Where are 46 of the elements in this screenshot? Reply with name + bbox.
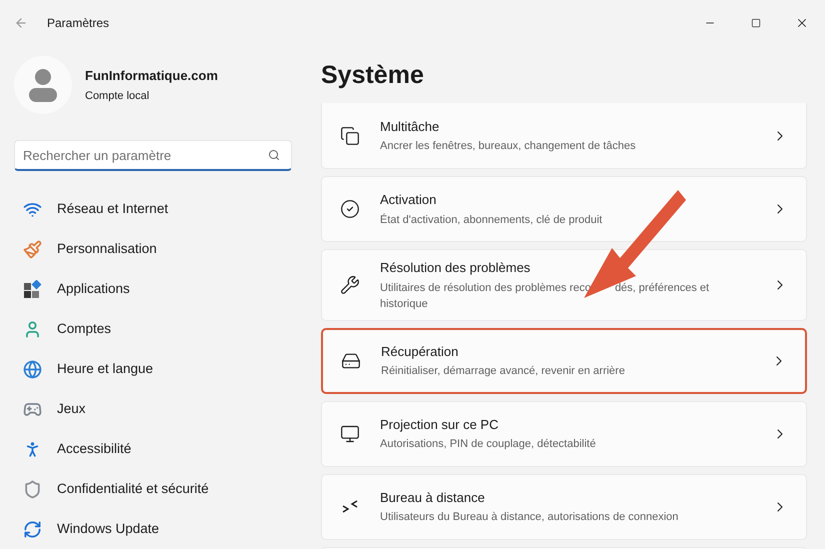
wrench-icon [340,274,360,295]
card-title: Récupération [381,342,460,361]
person-silhouette-icon [28,68,58,102]
globe-icon [23,360,42,378]
card-title: Multitâche [380,118,440,136]
sidebar-item[interactable]: Confidentialité et sécurité [0,469,321,509]
window-title: Paramètres [47,14,110,32]
search-field[interactable]: Rechercher un paramètre [14,140,292,171]
person-icon [23,320,42,338]
windows-icon [340,126,360,146]
settings-card[interactable]: Bureau à distance Utilisateurs du Bureau à distance, autorisations de connexion [321,474,807,540]
apps-icon [23,280,42,298]
paintbrush-icon [23,240,42,258]
shield-icon [23,480,42,498]
page-title: Système [321,60,425,91]
account-name: FunInformatique.com [85,67,218,85]
card-title: Activation [380,191,438,210]
update-icon [23,520,42,538]
monitor-icon [340,424,360,444]
back-icon[interactable] [14,16,28,30]
card-description: dés, préférences et [614,280,710,296]
sidebar-item[interactable]: Accessibilité [0,429,321,469]
card-description: Réinitialiser, démarrage avancé, revenir en arrière [381,364,626,380]
settings-card[interactable]: Multitâche Ancrer les fenêtres, bureaux, changement de tâches [321,103,807,169]
sidebar-item[interactable]: Windows Update [0,509,321,549]
settings-card[interactable]: Projection sur ce PC Autorisations, PIN de couplage, détectabilité [321,400,807,466]
sidebar-item[interactable]: Heure et langue [0,349,321,389]
sidebar-item[interactable]: Réseau et Internet [0,189,321,229]
card-description: Autorisations, PIN de couplage, détectabilité [380,437,597,452]
settings-card[interactable]: Récupération Réinitialiser, démarrage avancé, revenir en arrière [321,328,807,394]
card-title: Bureau à distance [380,488,486,507]
sidebar-item[interactable]: Applications [0,269,321,309]
account-type: Compte local [85,88,150,104]
card-title: Résolution des problèmes [380,259,532,277]
sidebar-item[interactable]: Personnalisation [0,229,321,269]
card-description: Utilisateurs du Bureau à distance, autorisations de connexion [380,510,680,526]
card-description: historique [380,296,428,312]
sidebar-item[interactable]: Jeux [0,389,321,429]
card-description: État d'activation, abonnements, clé de produit [380,212,604,228]
maximize-icon[interactable] [751,18,761,28]
card-title: Projection sur ce PC [380,416,500,434]
settings-card[interactable]: Activation État d'activation, abonnements, clé de produit [321,176,807,242]
sidebar-item[interactable]: Comptes [0,309,321,349]
search-icon[interactable] [268,149,280,161]
check-circle-icon [340,199,360,219]
card-description: Ancrer les fenêtres, bureaux, changement de tâches [380,139,637,154]
